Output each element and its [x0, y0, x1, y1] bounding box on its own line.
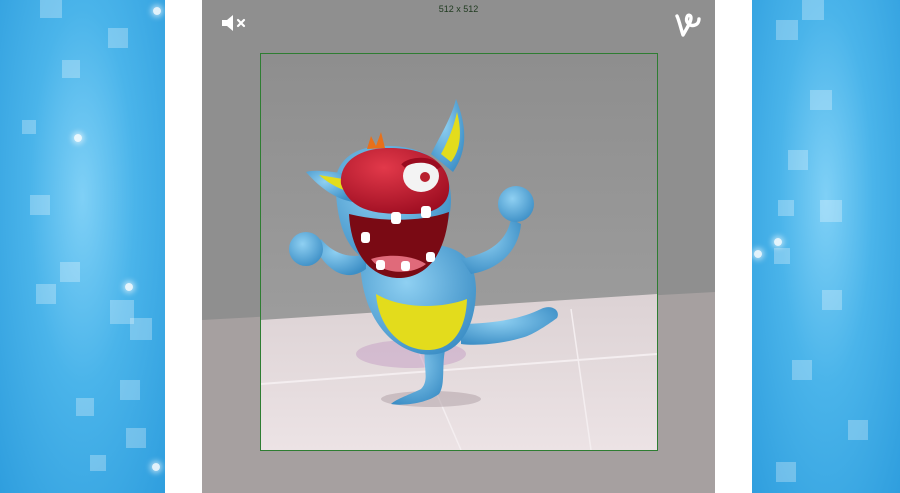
pixel-tile	[22, 120, 36, 134]
pixel-tile	[62, 60, 80, 78]
video-frame	[260, 53, 658, 451]
pixel-tile	[120, 380, 140, 400]
sparkle-dot	[153, 7, 161, 15]
pixel-tile	[820, 200, 842, 222]
pixel-tile	[848, 420, 868, 440]
pixel-tile	[802, 0, 824, 20]
pixel-tile	[776, 20, 798, 40]
pixel-tile	[130, 318, 152, 340]
monster-scene	[261, 54, 657, 450]
pixel-tile	[788, 150, 808, 170]
sparkle-dot	[774, 238, 782, 246]
pixel-tile	[108, 28, 128, 48]
right-background-panel	[752, 0, 900, 493]
video-player[interactable]: 512 x 512	[202, 0, 715, 493]
pixel-tile	[822, 290, 842, 310]
sparkle-dot	[74, 134, 82, 142]
sparkle-dot	[754, 250, 762, 258]
right-gutter	[715, 0, 752, 493]
left-gutter	[165, 0, 202, 493]
pixel-tile	[36, 284, 56, 304]
pixel-tile	[776, 462, 796, 482]
pixel-tile	[40, 0, 62, 18]
pixel-tile	[60, 262, 80, 282]
pixel-tile	[774, 248, 790, 264]
sparkle-dot	[152, 463, 160, 471]
pixel-tile	[90, 455, 106, 471]
pixel-tile	[792, 360, 812, 380]
pixel-tile	[810, 90, 832, 110]
pixel-tile	[126, 428, 146, 448]
pixel-tile	[30, 195, 50, 215]
left-background-panel	[0, 0, 165, 493]
pixel-tile	[76, 398, 94, 416]
sparkle-dot	[125, 283, 133, 291]
pixel-tile	[778, 200, 794, 216]
